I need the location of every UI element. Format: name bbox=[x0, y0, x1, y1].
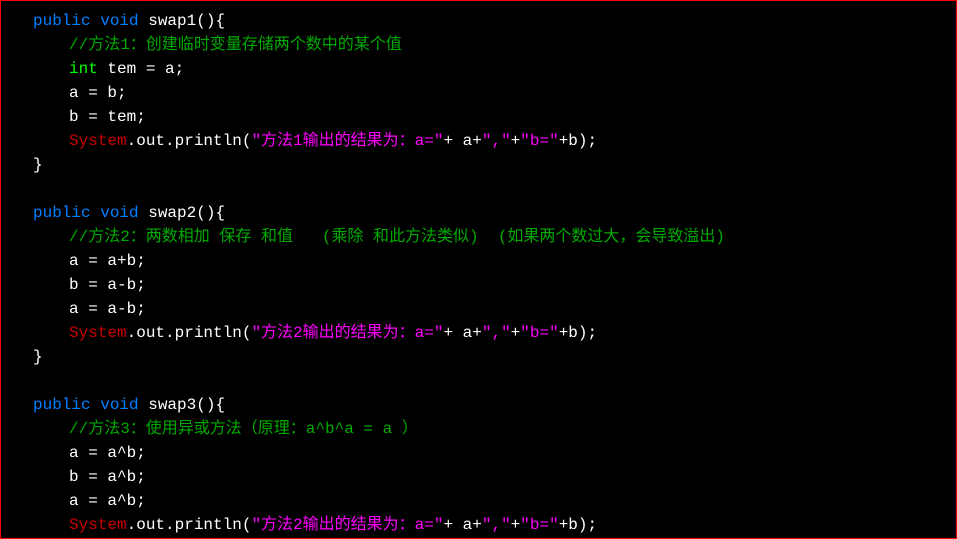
code-line: a = b; bbox=[1, 81, 956, 105]
code-line: public void swap3(){ bbox=[1, 393, 956, 417]
code-line: public void swap1(){ bbox=[1, 9, 956, 33]
comment: //方法1：创建临时变量存储两个数中的某个值 bbox=[69, 36, 402, 54]
code-line: System.out.println("方法1输出的结果为：a="+ a+","… bbox=[1, 129, 956, 153]
code-text: + bbox=[511, 516, 521, 534]
code-editor[interactable]: public void swap1(){ //方法1：创建临时变量存储两个数中的… bbox=[0, 0, 957, 539]
comment: //方法3：使用异或方法（原理：a^b^a = a ） bbox=[69, 420, 418, 438]
function-decl: swap1(){ bbox=[139, 12, 225, 30]
code-text: a = a^b; bbox=[69, 444, 146, 462]
code-line: a = a^b; bbox=[1, 489, 956, 513]
code-text: + a+ bbox=[443, 132, 481, 150]
code-line: System.out.println("方法2输出的结果为：a="+ a+","… bbox=[1, 321, 956, 345]
code-line: //方法1：创建临时变量存储两个数中的某个值 bbox=[1, 33, 956, 57]
brace: } bbox=[33, 348, 43, 366]
code-text: + bbox=[511, 324, 521, 342]
code-text: +b); bbox=[559, 324, 597, 342]
code-text: +b); bbox=[559, 516, 597, 534]
type-keyword: int bbox=[69, 60, 98, 78]
code-line: public void swap2(){ bbox=[1, 201, 956, 225]
string-literal: "b=" bbox=[520, 132, 558, 150]
string-literal: "," bbox=[482, 324, 511, 342]
code-text: + a+ bbox=[443, 516, 481, 534]
string-literal: "b=" bbox=[520, 324, 558, 342]
code-text: b = a-b; bbox=[69, 276, 146, 294]
string-literal: "方法2输出的结果为：a=" bbox=[251, 324, 443, 342]
class-ref: System bbox=[69, 516, 127, 534]
function-decl: swap3(){ bbox=[139, 396, 225, 414]
class-ref: System bbox=[69, 324, 127, 342]
string-literal: "," bbox=[482, 516, 511, 534]
code-line: //方法3：使用异或方法（原理：a^b^a = a ） bbox=[1, 417, 956, 441]
member-call: .out.println( bbox=[127, 516, 252, 534]
code-line: b = tem; bbox=[1, 105, 956, 129]
code-line: int tem = a; bbox=[1, 57, 956, 81]
code-text: +b); bbox=[559, 132, 597, 150]
code-line: a = a-b; bbox=[1, 297, 956, 321]
function-decl: swap2(){ bbox=[139, 204, 225, 222]
code-text: a = a-b; bbox=[69, 300, 146, 318]
code-line: a = a+b; bbox=[1, 249, 956, 273]
member-call: .out.println( bbox=[127, 132, 252, 150]
code-text: + bbox=[511, 132, 521, 150]
code-text: b = a^b; bbox=[69, 468, 146, 486]
code-text: a = a^b; bbox=[69, 492, 146, 510]
keyword: public void bbox=[33, 204, 139, 222]
code-text: + a+ bbox=[443, 324, 481, 342]
string-literal: "方法2输出的结果为：a=" bbox=[251, 516, 443, 534]
code-text: a = b; bbox=[69, 84, 127, 102]
keyword: public void bbox=[33, 12, 139, 30]
code-line: } bbox=[1, 153, 956, 177]
string-literal: "方法1输出的结果为：a=" bbox=[251, 132, 443, 150]
code-line: System.out.println("方法2输出的结果为：a="+ a+","… bbox=[1, 513, 956, 537]
class-ref: System bbox=[69, 132, 127, 150]
code-line: b = a^b; bbox=[1, 465, 956, 489]
code-line: } bbox=[1, 345, 956, 369]
code-line: a = a^b; bbox=[1, 441, 956, 465]
code-line: //方法2：两数相加 保存 和值 (乘除 和此方法类似) (如果两个数过大，会导… bbox=[1, 225, 956, 249]
code-line: b = a-b; bbox=[1, 273, 956, 297]
code-text: tem = a; bbox=[98, 60, 184, 78]
comment: //方法2：两数相加 保存 和值 (乘除 和此方法类似) (如果两个数过大，会导… bbox=[69, 228, 725, 246]
string-literal: "," bbox=[482, 132, 511, 150]
blank-line bbox=[1, 177, 956, 201]
blank-line bbox=[1, 369, 956, 393]
keyword: public void bbox=[33, 396, 139, 414]
member-call: .out.println( bbox=[127, 324, 252, 342]
brace: } bbox=[33, 156, 43, 174]
code-text: b = tem; bbox=[69, 108, 146, 126]
string-literal: "b=" bbox=[520, 516, 558, 534]
code-text: a = a+b; bbox=[69, 252, 146, 270]
